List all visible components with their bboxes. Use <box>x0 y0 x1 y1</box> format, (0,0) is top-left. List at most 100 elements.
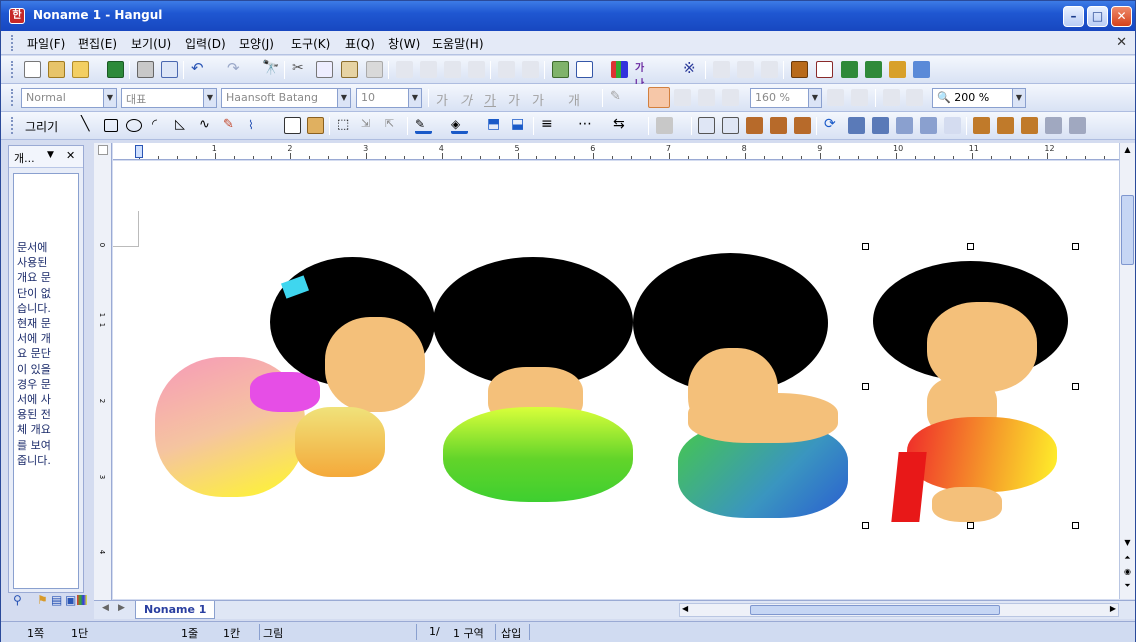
find-icon[interactable]: 🔭 <box>262 61 279 78</box>
char-format-icon[interactable] <box>396 61 413 78</box>
menu-tools[interactable]: 도구(K) <box>291 35 330 52</box>
indent-marker[interactable] <box>135 145 143 158</box>
decrease-spacing-icon[interactable] <box>851 89 868 106</box>
arrange-icon[interactable] <box>698 117 715 134</box>
flip-vertical-icon[interactable] <box>920 117 937 134</box>
numbering-icon[interactable] <box>883 89 900 106</box>
columns-icon[interactable] <box>468 61 485 78</box>
rotate-left-icon[interactable] <box>848 117 865 134</box>
picture-tool-icon[interactable] <box>307 117 324 134</box>
prev-page-icon[interactable]: ⏶ <box>1121 553 1134 565</box>
toolbar-grip[interactable] <box>11 89 15 106</box>
dictionary-icon[interactable] <box>791 61 808 78</box>
font-select[interactable]: Haansoft Batang ▼ <box>221 88 351 108</box>
polygon-tool-icon[interactable]: ◺ <box>175 117 192 134</box>
status-insert-mode[interactable]: 삽입 <box>501 625 521 641</box>
zoom-select[interactable]: 🔍 200 % ▼ <box>932 88 1026 108</box>
menu-edit[interactable]: 편집(E) <box>78 35 117 52</box>
panel-tab-picture-icon[interactable]: ▣ <box>65 593 76 607</box>
undo-icon[interactable]: ↶ <box>191 61 208 78</box>
object-move-icon[interactable] <box>1045 117 1062 134</box>
scroll-up-icon[interactable]: ▲ <box>1121 145 1134 158</box>
minimize-button[interactable]: – <box>1063 6 1084 27</box>
resize-handle[interactable] <box>862 243 869 250</box>
align-objects-icon[interactable] <box>722 117 739 134</box>
bullets-icon[interactable] <box>906 89 923 106</box>
object-property-icon[interactable] <box>973 117 990 134</box>
glossary-icon[interactable] <box>737 61 754 78</box>
line-color-icon[interactable]: ✎ <box>415 117 432 134</box>
print-icon[interactable] <box>137 61 154 78</box>
menu-file[interactable]: 파일(F) <box>27 35 65 52</box>
align-center-icon[interactable] <box>698 89 715 106</box>
scroll-down-icon[interactable]: ▼ <box>1121 538 1134 550</box>
tab-noname-1[interactable]: Noname 1 <box>135 601 216 619</box>
style-icon[interactable] <box>444 61 461 78</box>
line-style-icon[interactable]: ⋯ <box>578 117 595 134</box>
menu-format[interactable]: 모양(J) <box>239 35 274 52</box>
maximize-button[interactable]: □ <box>1087 6 1108 27</box>
resize-handle[interactable] <box>862 522 869 529</box>
menu-view[interactable]: 보기(U) <box>131 35 171 52</box>
superscript-button[interactable]: 가 <box>508 90 520 109</box>
clipart-child-1[interactable] <box>155 257 445 507</box>
menu-window[interactable]: 창(W) <box>388 35 420 52</box>
memo-icon[interactable] <box>761 61 778 78</box>
shadow-icon[interactable] <box>656 117 673 134</box>
italic-button[interactable]: 가 <box>460 90 472 109</box>
flip-horizontal-icon[interactable] <box>896 117 913 134</box>
new-document-icon[interactable] <box>24 61 41 78</box>
template-icon[interactable] <box>48 61 65 78</box>
bookmark-icon[interactable] <box>522 61 539 78</box>
object-size-icon[interactable] <box>1069 117 1086 134</box>
ungroup-icon[interactable]: ⇱ <box>385 117 402 134</box>
resize-handle[interactable] <box>1072 243 1079 250</box>
page3-icon[interactable] <box>889 61 906 78</box>
insert-chart-icon[interactable] <box>611 61 628 78</box>
hangul-app-icon[interactable]: 한 <box>9 8 25 24</box>
close-button[interactable]: ✕ <box>1111 6 1132 27</box>
arrow-style-icon[interactable]: ⇆ <box>613 117 630 134</box>
select-browse-icon[interactable]: ◉ <box>1121 567 1134 579</box>
group-icon[interactable]: ⇲ <box>361 117 378 134</box>
object-paste-icon[interactable] <box>1021 117 1038 134</box>
rotate-right-icon[interactable] <box>872 117 889 134</box>
toolbar-grip[interactable] <box>11 61 15 78</box>
format-painter-icon[interactable] <box>366 61 383 78</box>
horizontal-scrollbar[interactable]: ◀ ▶ <box>679 603 1119 617</box>
vertical-scrollbar[interactable]: ▲ ▼ ⏶ ◉ ⏷ <box>1119 143 1135 599</box>
menubar-grip[interactable] <box>11 35 15 51</box>
rectangle-tool-icon[interactable] <box>104 119 118 132</box>
insert-picture-icon[interactable] <box>552 61 569 78</box>
rotate-icon[interactable]: ⟳ <box>824 117 841 134</box>
horizontal-scroll-thumb[interactable] <box>750 605 1000 615</box>
chevron-down-icon[interactable]: ▼ <box>47 150 54 160</box>
ruler-corner[interactable] <box>98 145 108 155</box>
picture-effect1-icon[interactable] <box>746 117 763 134</box>
hanja-icon[interactable] <box>713 61 730 78</box>
save-icon[interactable] <box>107 61 124 78</box>
line-spacing-select[interactable]: 160 % ▼ <box>750 88 822 108</box>
bring-front-icon[interactable]: ⬒ <box>487 117 504 134</box>
resize-handle[interactable] <box>967 522 974 529</box>
paste-icon[interactable] <box>341 61 358 78</box>
outline-panel-title[interactable]: 개... <box>14 152 35 165</box>
font-size-select[interactable]: 10 ▼ <box>356 88 422 108</box>
char-shape-button[interactable]: 가 <box>532 90 544 109</box>
scroll-left-icon[interactable]: ◀ <box>682 604 688 613</box>
copy-icon[interactable] <box>316 61 333 78</box>
panel-tab-outline-icon[interactable]: ⚲ <box>13 593 22 607</box>
highlight-icon[interactable]: ✎ <box>610 89 627 106</box>
page2-icon[interactable] <box>865 61 882 78</box>
panel-tab-bookmark-icon[interactable]: ⚑ <box>37 593 48 607</box>
page1-icon[interactable] <box>841 61 858 78</box>
ellipse-tool-icon[interactable] <box>126 119 142 132</box>
document-close-icon[interactable]: ✕ <box>1116 35 1127 50</box>
panel-tab-memo-icon[interactable]: ▤ <box>51 593 62 607</box>
menu-help[interactable]: 도움말(H) <box>432 35 484 52</box>
clipart-child-4[interactable] <box>867 247 1077 527</box>
resize-handle[interactable] <box>1072 522 1079 529</box>
style-select[interactable]: Normal ▼ <box>21 88 117 108</box>
menu-insert[interactable]: 입력(D) <box>185 35 226 52</box>
char-color-button[interactable]: 개 <box>568 90 580 109</box>
